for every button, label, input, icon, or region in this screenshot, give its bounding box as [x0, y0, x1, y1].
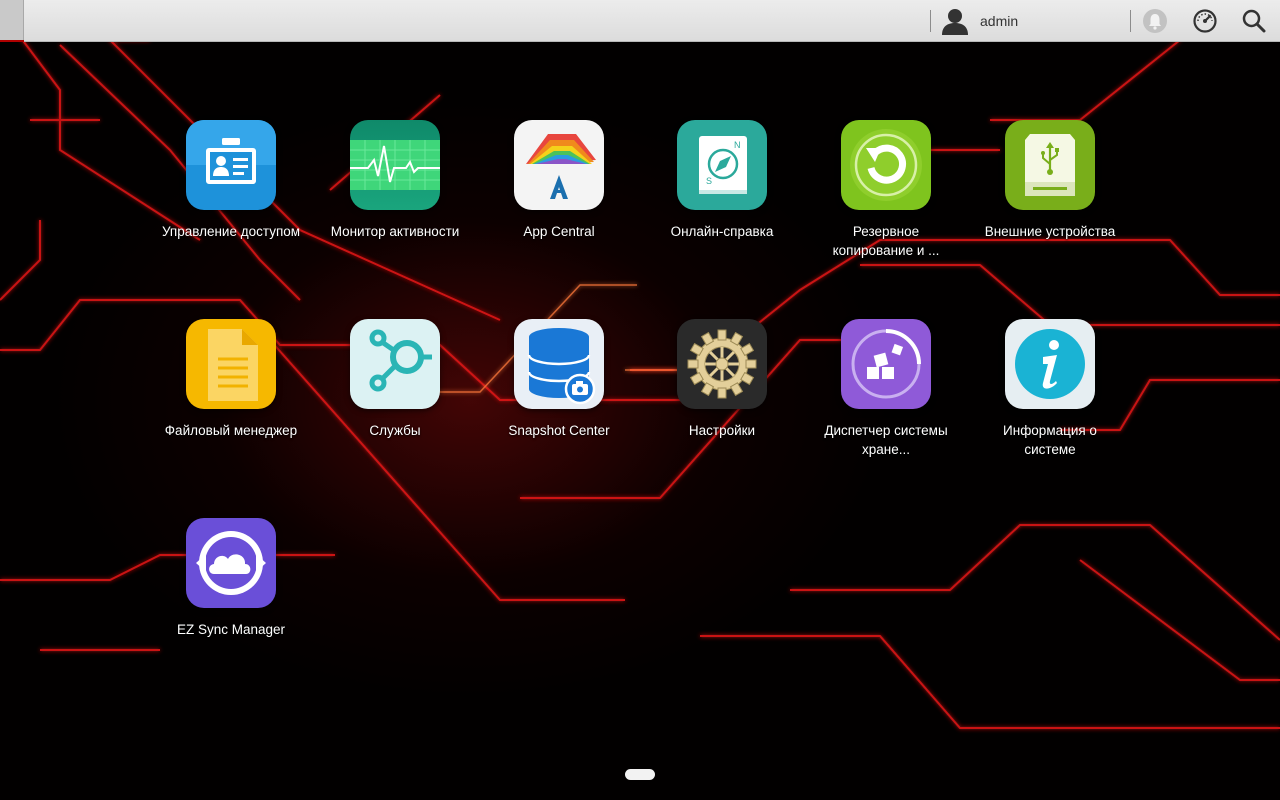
- separator: [930, 10, 931, 32]
- app-label: Snapshot Center: [508, 423, 610, 438]
- cloud-sync-icon: [186, 518, 276, 608]
- app-backup[interactable]: Резервное копирование и ...: [816, 120, 956, 260]
- app-external-devices[interactable]: Внешние устройства: [980, 120, 1120, 241]
- usb-drive-icon: [1005, 120, 1095, 210]
- gear-icon: [677, 319, 767, 409]
- app-app-central[interactable]: App Central: [489, 120, 629, 241]
- app-system-info[interactable]: Информация о системе: [980, 319, 1120, 459]
- app-label: Управление доступом: [161, 224, 301, 239]
- app-snapshot-center[interactable]: Snapshot Center: [489, 319, 629, 440]
- app-services[interactable]: Службы: [325, 319, 465, 440]
- top-bar: admin: [0, 0, 1280, 42]
- database-camera-icon: [514, 319, 604, 409]
- app-access-control[interactable]: Управление доступом: [161, 120, 301, 241]
- app-label: Настройки: [688, 423, 756, 438]
- info-icon: [1005, 319, 1095, 409]
- page-indicator[interactable]: [625, 769, 655, 780]
- document-icon: [186, 319, 276, 409]
- user-icon[interactable]: [940, 7, 970, 35]
- compass-book-icon: N S: [677, 120, 767, 210]
- app-label: Онлайн-справка: [670, 224, 774, 239]
- app-file-manager[interactable]: Файловый менеджер: [161, 319, 301, 440]
- bell-icon[interactable]: [1142, 8, 1168, 34]
- user-name[interactable]: admin: [980, 13, 1018, 29]
- services-nodes-icon: [350, 319, 440, 409]
- app-activity-monitor[interactable]: Монитор активности: [325, 120, 465, 241]
- app-storage-manager[interactable]: Диспетчер системы хране...: [816, 319, 956, 459]
- id-card-icon: [186, 120, 276, 210]
- app-label: EZ Sync Manager: [176, 622, 286, 637]
- search-icon[interactable]: [1241, 8, 1267, 34]
- app-label: Монитор активности: [330, 224, 460, 239]
- svg-text:N: N: [734, 140, 741, 150]
- app-label: Внешние устройства: [984, 224, 1116, 239]
- app-online-help[interactable]: N S Онлайн-справка: [652, 120, 792, 241]
- app-label: Резервное копирование и ...: [832, 224, 940, 258]
- app-label: Информация о системе: [1003, 423, 1097, 457]
- app-settings[interactable]: Настройки: [652, 319, 792, 440]
- storage-cubes-icon: [841, 319, 931, 409]
- app-label: Службы: [369, 423, 421, 438]
- svg-text:S: S: [706, 176, 712, 186]
- taskbar-left-edge: [0, 0, 24, 42]
- separator: [1130, 10, 1131, 32]
- app-label: App Central: [523, 224, 595, 239]
- heartbeat-monitor-icon: [350, 120, 440, 210]
- app-central-icon: [514, 120, 604, 210]
- backup-refresh-icon: [841, 120, 931, 210]
- app-label: Диспетчер системы хране...: [824, 423, 948, 457]
- speedometer-icon[interactable]: [1192, 8, 1218, 34]
- app-label: Файловый менеджер: [164, 423, 298, 438]
- app-ez-sync-manager[interactable]: EZ Sync Manager: [161, 518, 301, 639]
